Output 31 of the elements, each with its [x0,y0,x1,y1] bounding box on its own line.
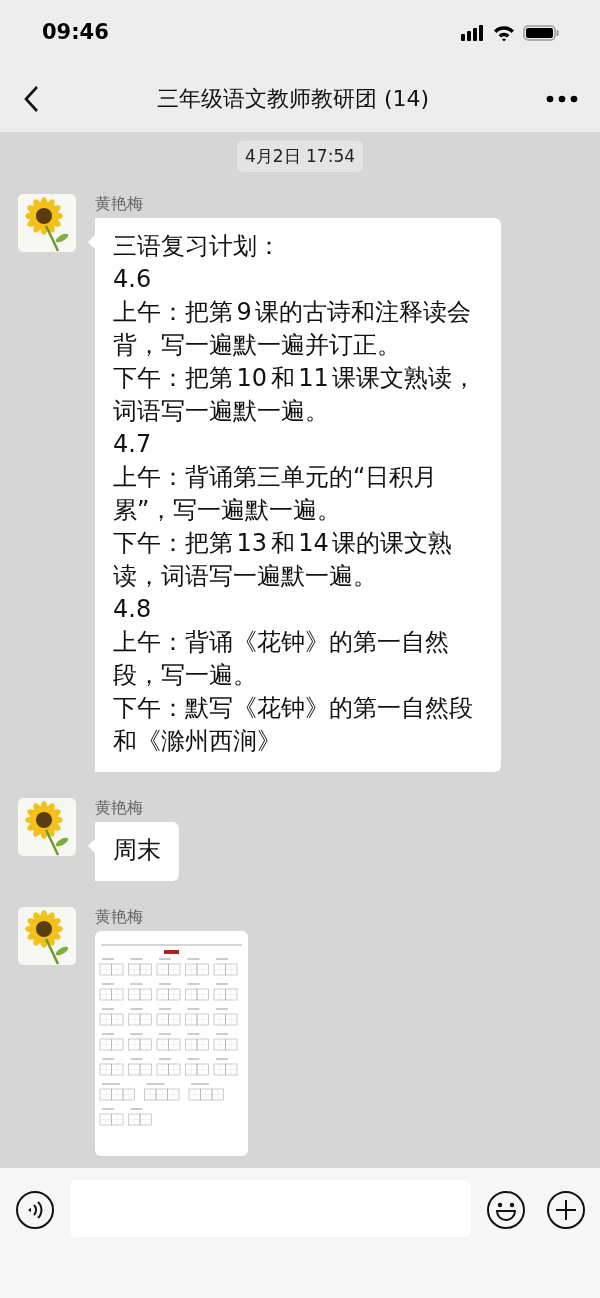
voice-icon [15,1190,55,1230]
back-button[interactable] [22,85,40,113]
message-text: 4.6 [113,264,153,295]
clock-time: 09:46 [42,20,110,44]
signal-icon [461,25,485,41]
smiley-icon [486,1190,526,1230]
message-text: 4.8 [113,594,153,625]
message-timestamp: 4月2日 17:54 [237,141,363,172]
voice-button[interactable] [15,1190,55,1230]
more-button[interactable] [546,95,578,103]
message-text: 上午：把第9课的古诗和注释读会背，写一遍默一遍并订正。 [113,297,473,361]
bubble-tail [88,839,95,853]
battery-icon [523,25,560,41]
message-text: 4.7 [113,429,153,460]
add-button[interactable] [546,1190,586,1230]
sender-name: 黄艳梅 [95,798,143,819]
plus-icon [546,1190,586,1230]
back-icon [22,85,40,113]
message-bubble[interactable]: 周末 [88,822,179,881]
more-icon [546,95,578,103]
message-text: 周末 [113,835,161,866]
message-text: 上午：背诵第三单元的“日积月累”，写一遍默一遍。 [113,462,439,526]
message-text: 三语复习计划： [113,231,282,262]
sender-name: 黄艳梅 [95,194,143,215]
bubble-tail [88,235,95,249]
message-text: 上午：背诵《花钟》的第一自然段，写一遍。 [113,627,450,691]
chat-title: 三年级语文教师教研团 (14) [155,85,431,113]
emoji-button[interactable] [486,1190,526,1230]
sender-name: 黄艳梅 [95,907,143,928]
wifi-icon [493,25,515,41]
message-text: 下午：默写《花钟》的第一自然段和《滁州西涧》 [113,693,474,757]
